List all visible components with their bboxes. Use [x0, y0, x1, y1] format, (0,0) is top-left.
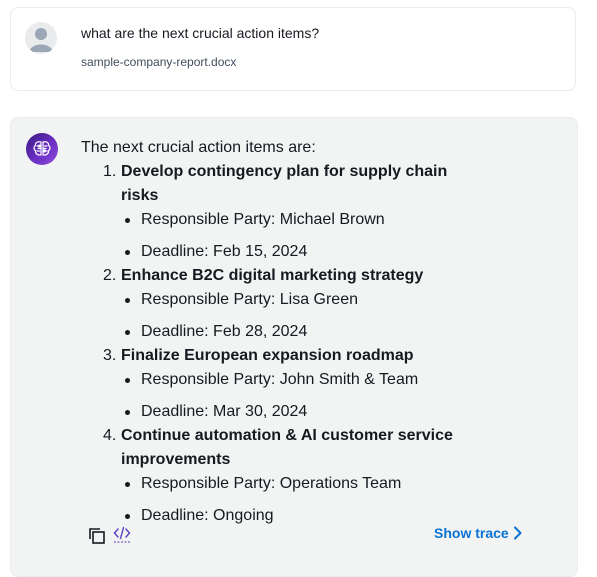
response-intro: The next crucial action items are: [81, 139, 316, 156]
action-item-title: Enhance B2C digital marketing strategy [121, 267, 424, 284]
show-trace-link[interactable]: Show trace [434, 525, 523, 541]
action-item-number: 1. [103, 163, 117, 180]
responsible-party: Responsible Party: Michael Brown [121, 208, 481, 232]
deadline-text: Deadline: Mar 30, 2024 [141, 403, 308, 420]
responsible-party: Responsible Party: Operations Team [121, 472, 481, 496]
responsible-party-text: Responsible Party: Operations Team [141, 475, 402, 492]
action-item-details: Responsible Party: Operations Team Deadl… [121, 472, 481, 528]
action-items-list: 1. Develop contingency plan for supply c… [81, 160, 481, 528]
copy-icon[interactable] [87, 526, 107, 546]
deadline: Deadline: Feb 28, 2024 [121, 320, 481, 344]
bullet-icon [125, 482, 130, 487]
action-item: 3. Finalize European expansion roadmap R… [81, 344, 481, 424]
bullet-icon [125, 250, 130, 255]
deadline-text: Deadline: Feb 28, 2024 [141, 323, 308, 340]
action-item-details: Responsible Party: John Smith & Team Dea… [121, 368, 481, 424]
user-avatar-icon [25, 22, 57, 54]
bullet-icon [125, 298, 130, 303]
bullet-icon [125, 330, 130, 335]
action-item-title: Finalize European expansion roadmap [121, 347, 414, 364]
action-item-details: Responsible Party: Lisa Green Deadline: … [121, 288, 481, 344]
responsible-party: Responsible Party: Lisa Green [121, 288, 481, 312]
responsible-party-text: Responsible Party: Michael Brown [141, 211, 385, 228]
responsible-party-text: Responsible Party: Lisa Green [141, 291, 358, 308]
deadline-text: Deadline: Ongoing [141, 507, 274, 524]
responsible-party: Responsible Party: John Smith & Team [121, 368, 481, 392]
action-item-number: 2. [103, 267, 117, 284]
deadline: Deadline: Mar 30, 2024 [121, 400, 481, 424]
deadline-text: Deadline: Feb 15, 2024 [141, 243, 308, 260]
action-item-title: Develop contingency plan for supply chai… [121, 163, 448, 204]
chevron-right-icon [513, 526, 522, 540]
bullet-icon [125, 514, 130, 519]
action-item-number: 4. [103, 427, 117, 444]
responsible-party-text: Responsible Party: John Smith & Team [141, 371, 419, 388]
ai-brain-icon [26, 133, 58, 165]
user-question-text: what are the next crucial action items? [81, 25, 320, 41]
deadline: Deadline: Ongoing [121, 504, 481, 528]
bullet-icon [125, 410, 130, 415]
action-item: 4. Continue automation & AI customer ser… [81, 424, 481, 528]
bullet-icon [125, 218, 130, 223]
action-item-details: Responsible Party: Michael Brown Deadlin… [121, 208, 481, 264]
action-item-title: Continue automation & AI customer servic… [121, 427, 453, 468]
assistant-message-card: The next crucial action items are: 1. De… [10, 117, 578, 577]
action-item: 1. Develop contingency plan for supply c… [81, 160, 481, 264]
action-item: 2. Enhance B2C digital marketing strateg… [81, 264, 481, 344]
bullet-icon [125, 378, 130, 383]
user-message-card: what are the next crucial action items? … [10, 7, 576, 91]
code-icon[interactable] [113, 524, 131, 544]
action-item-number: 3. [103, 347, 117, 364]
assistant-response: The next crucial action items are: 1. De… [81, 136, 481, 528]
attachment-filename[interactable]: sample-company-report.docx [81, 55, 236, 69]
show-trace-label[interactable]: Show trace [434, 525, 509, 541]
deadline: Deadline: Feb 15, 2024 [121, 240, 481, 264]
